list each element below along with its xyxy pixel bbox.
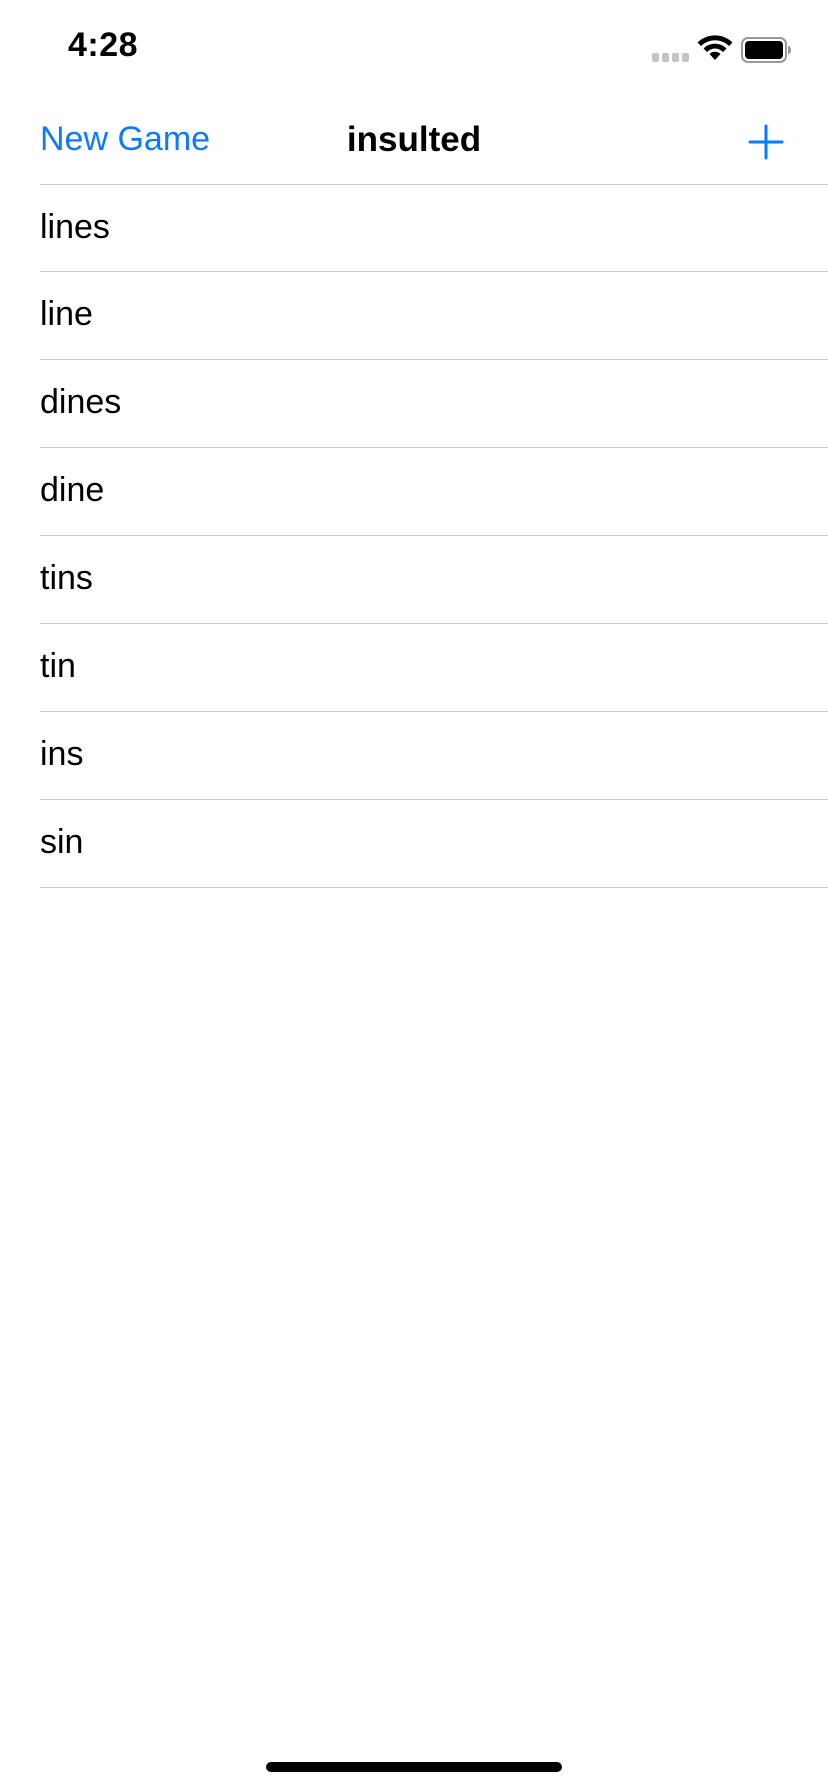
list-item[interactable]: dine <box>40 448 828 536</box>
cellular-signal-icon <box>652 53 690 62</box>
word-label: dine <box>40 471 105 509</box>
list-item[interactable]: tin <box>40 624 828 712</box>
word-label: lines <box>40 208 110 246</box>
page-title: insulted <box>346 120 482 159</box>
word-label: tins <box>40 559 93 597</box>
wifi-icon <box>697 35 733 60</box>
navigation-bar: New Game insulted <box>0 100 828 184</box>
list-item[interactable]: ins <box>40 712 828 800</box>
word-label: ins <box>40 735 84 773</box>
battery-icon <box>741 37 791 63</box>
list-item[interactable]: lines <box>40 184 828 272</box>
list-item[interactable]: line <box>40 272 828 360</box>
plus-icon[interactable] <box>744 120 788 164</box>
word-list: lines line dines dine tins tin ins sin <box>0 184 828 888</box>
list-item[interactable]: dines <box>40 360 828 448</box>
home-indicator[interactable] <box>266 1762 562 1772</box>
word-label: line <box>40 295 93 333</box>
list-item[interactable]: sin <box>40 800 828 888</box>
list-item[interactable]: tins <box>40 536 828 624</box>
status-bar: 4:28 <box>0 0 828 100</box>
word-label: sin <box>40 823 84 861</box>
status-time: 4:28 <box>68 26 139 64</box>
word-label: tin <box>40 647 76 685</box>
word-label: dines <box>40 383 122 421</box>
